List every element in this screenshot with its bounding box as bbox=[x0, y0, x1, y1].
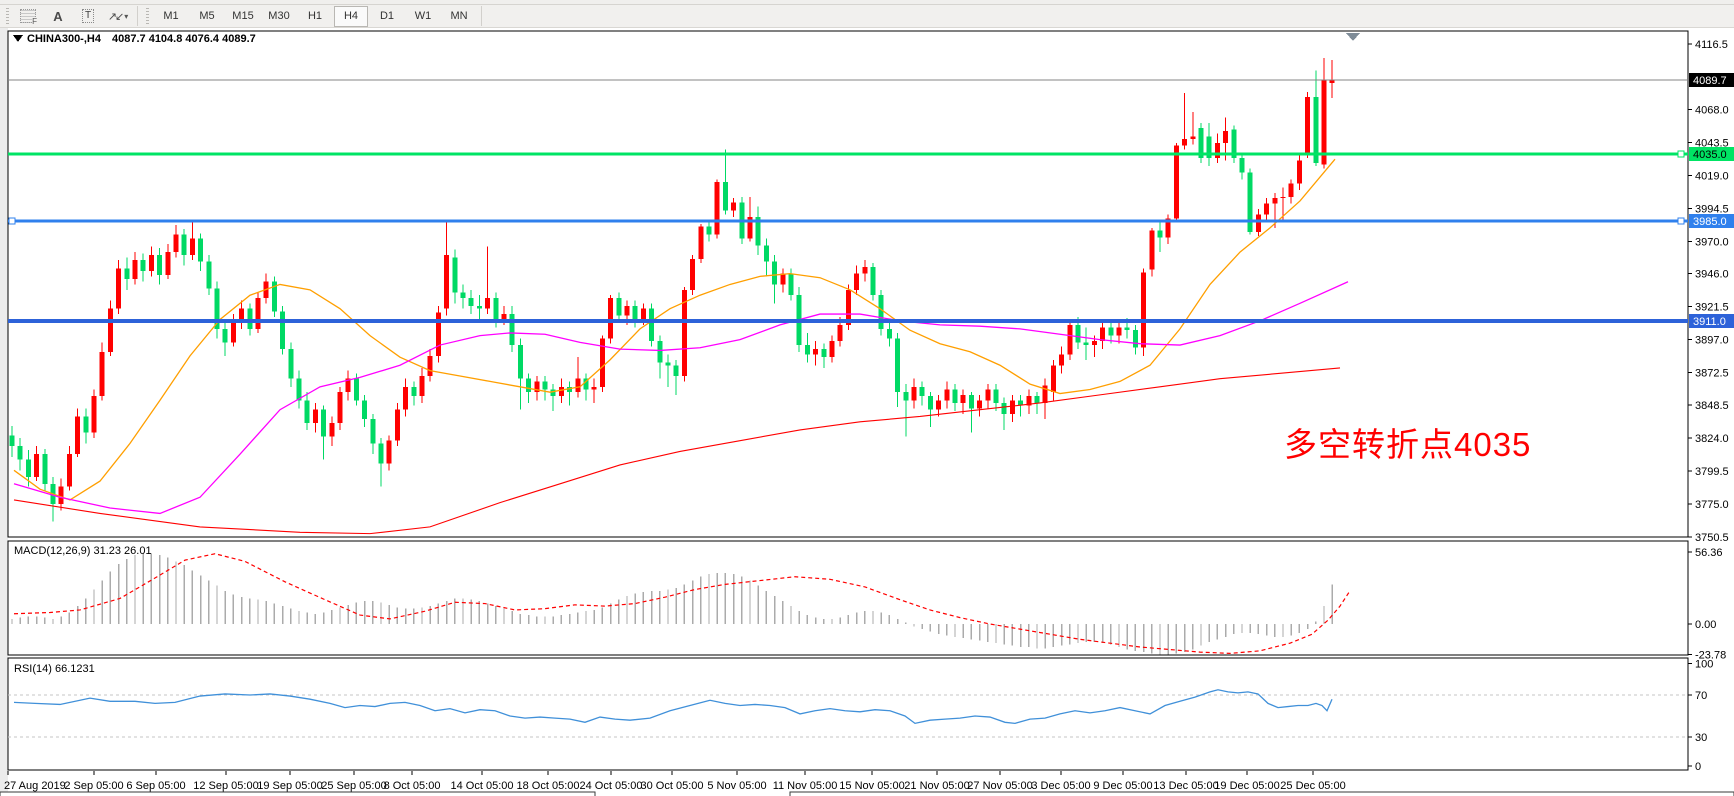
timeframe-button-m15[interactable]: M15 bbox=[226, 6, 260, 27]
ohlc-readout: 4087.7 4104.8 4076.4 4089.7 bbox=[112, 33, 256, 45]
toolbar-separator bbox=[137, 6, 138, 26]
arrows-icon: ↗↙ bbox=[108, 10, 122, 23]
price-axis[interactable] bbox=[1689, 31, 1734, 770]
time-axis[interactable] bbox=[8, 771, 1688, 795]
left-gutter bbox=[0, 28, 8, 796]
line-handle[interactable] bbox=[1678, 218, 1684, 224]
chart-canvas[interactable]: 4035.03985.03911.04089.74116.54068.04043… bbox=[0, 28, 1734, 796]
toolbar-drag-handle[interactable] bbox=[146, 8, 149, 24]
timeframe-button-mn[interactable]: MN bbox=[442, 6, 476, 27]
fibo-grid-icon: F bbox=[20, 9, 36, 23]
timeframe-button-h4[interactable]: H4 bbox=[334, 6, 368, 27]
mt4-window: F A T ↗↙ ▾ M1 M5 M15 M30 H1 H4 D1 W1 MN … bbox=[0, 0, 1734, 796]
timeframe-button-m5[interactable]: M5 bbox=[190, 6, 224, 27]
annotation-text[interactable]: 多空转折点4035 bbox=[1284, 426, 1531, 463]
rsi-pane[interactable] bbox=[8, 658, 1688, 770]
chart-window[interactable]: 4035.03985.03911.04089.74116.54068.04043… bbox=[0, 28, 1734, 796]
text-tool-button[interactable]: A bbox=[43, 5, 73, 27]
label-tool-icon: T bbox=[82, 9, 94, 23]
toolbar: F A T ↗↙ ▾ M1 M5 M15 M30 H1 H4 D1 W1 MN bbox=[0, 5, 1734, 28]
text-tool-icon: A bbox=[53, 9, 62, 24]
timeframe-button-d1[interactable]: D1 bbox=[370, 6, 404, 27]
symbol-title: CHINA300-,H4 bbox=[27, 33, 102, 45]
line-handle[interactable] bbox=[1678, 151, 1684, 157]
macd-pane[interactable] bbox=[8, 541, 1688, 655]
rsi-indicator-label: RSI(14) 66.1231 bbox=[14, 663, 95, 675]
chevron-down-icon: ▾ bbox=[124, 12, 128, 21]
label-tool-button[interactable]: T bbox=[73, 5, 103, 27]
timeframe-button-h1[interactable]: H1 bbox=[298, 6, 332, 27]
timeframe-button-w1[interactable]: W1 bbox=[406, 6, 440, 27]
toolbar-drag-handle[interactable] bbox=[6, 8, 9, 24]
fibo-tool-button[interactable]: F bbox=[13, 5, 43, 27]
line-handle[interactable] bbox=[9, 218, 15, 224]
timeframe-button-m30[interactable]: M30 bbox=[262, 6, 296, 27]
macd-indicator-label: MACD(12,26,9) 31.23 26.01 bbox=[14, 545, 152, 557]
toolbar-separator bbox=[481, 6, 482, 26]
timeframe-button-m1[interactable]: M1 bbox=[154, 6, 188, 27]
arrow-objects-button[interactable]: ↗↙ ▾ bbox=[103, 5, 133, 27]
